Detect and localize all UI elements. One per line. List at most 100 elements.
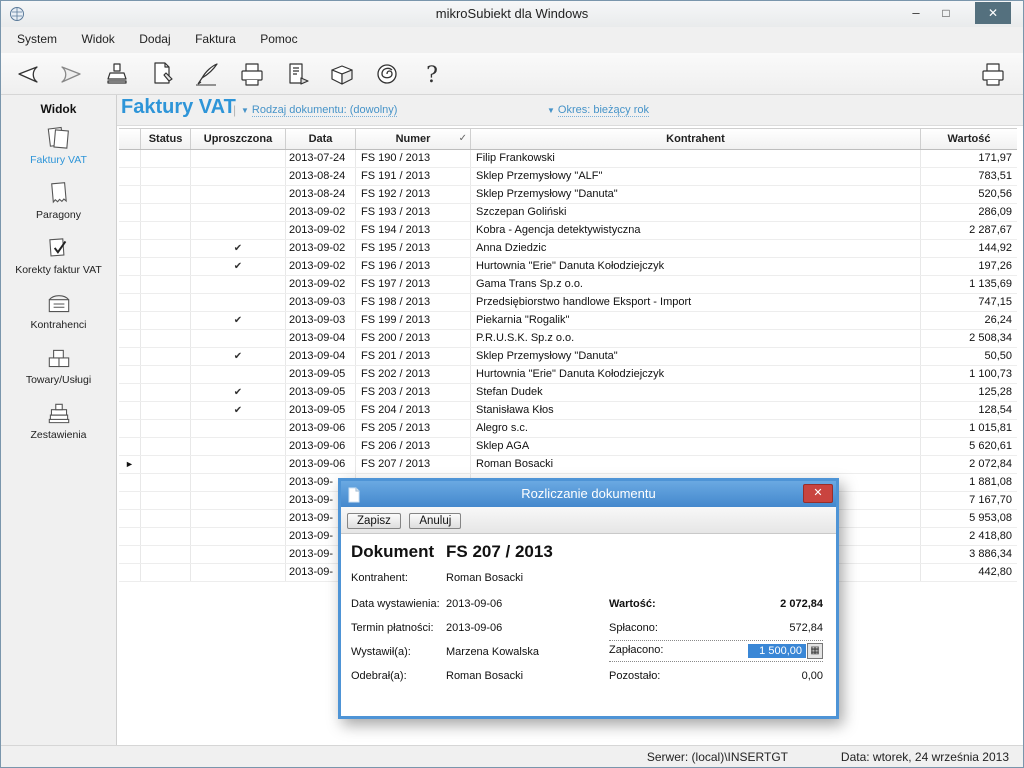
value-cell: 1 015,81 (921, 420, 1017, 437)
value-cell: 5 620,61 (921, 438, 1017, 455)
date-cell: 2013-09-05 (286, 366, 356, 383)
stamp-icon[interactable] (101, 58, 133, 90)
value-cell: 783,51 (921, 168, 1017, 185)
amount-zaplacono: Zapłacono: 1 500,00 ▦ (609, 640, 823, 662)
check-cell: ✔ (191, 348, 286, 365)
row-selector-cell (119, 492, 141, 509)
amount-label: Pozostało: (609, 670, 660, 682)
value-cell: 286,09 (921, 204, 1017, 221)
close-button[interactable]: ✕ (975, 2, 1011, 24)
save-button[interactable]: Zapisz (347, 513, 401, 529)
column-header-data[interactable]: Data (286, 129, 356, 149)
menu-widok[interactable]: Widok (71, 27, 124, 51)
sidebar-item-zestawienia[interactable]: Zestawienia (1, 398, 116, 452)
status-cell (141, 402, 191, 419)
package-icon[interactable] (326, 58, 358, 90)
table-row[interactable]: ✔2013-09-02FS 195 / 2013Anna Dziedzic144… (119, 240, 1017, 258)
zaplacono-value[interactable]: 1 500,00 (748, 644, 806, 658)
check-cell (191, 564, 286, 581)
table-row[interactable]: 2013-09-03FS 198 / 2013Przedsiębiorstwo … (119, 294, 1017, 312)
table-row[interactable]: ►2013-09-06FS 207 / 2013Roman Bosacki2 0… (119, 456, 1017, 474)
maximize-button[interactable]: □ (931, 2, 961, 24)
value-cell: 442,80 (921, 564, 1017, 581)
sidebar-item-label: Paragony (1, 209, 116, 221)
check-cell (191, 510, 286, 527)
menu-pomoc[interactable]: Pomoc (250, 27, 307, 51)
sidebar-item-paragony[interactable]: Paragony (1, 178, 116, 232)
print-preview-icon[interactable] (977, 58, 1009, 90)
ledger-icon (1, 398, 116, 428)
column-header-numer[interactable]: Numer ✓ (356, 129, 471, 149)
back-icon[interactable] (11, 58, 43, 90)
table-row[interactable]: 2013-09-06FS 205 / 2013Alegro s.c.1 015,… (119, 420, 1017, 438)
table-row[interactable]: 2013-09-05FS 202 / 2013Hurtownia "Erie" … (119, 366, 1017, 384)
date-cell: 2013-07-24 (286, 150, 356, 167)
status-cell (141, 366, 191, 383)
table-row[interactable]: ✔2013-09-04FS 201 / 2013Sklep Przemysłow… (119, 348, 1017, 366)
value-cell: 3 886,34 (921, 546, 1017, 563)
filter-rodzaj-dokumentu[interactable]: ▼Rodzaj dokumentu: (dowolny) (241, 104, 397, 116)
calculator-icon[interactable]: ▦ (807, 643, 823, 659)
sidebar-item-faktury-vat[interactable]: Faktury VAT (1, 123, 116, 177)
value-cell: 7 167,70 (921, 492, 1017, 509)
kontrahent-cell: Sklep Przemysłowy "ALF" (471, 168, 921, 185)
table-row[interactable]: 2013-08-24FS 191 / 2013Sklep Przemysłowy… (119, 168, 1017, 186)
new-document-icon[interactable] (146, 58, 178, 90)
amount-label: Wartość: (609, 598, 656, 610)
column-header-status[interactable]: Status (141, 129, 191, 149)
minimize-button[interactable]: – (901, 2, 931, 24)
table-row[interactable]: 2013-09-02FS 197 / 2013Gama Trans Sp.z o… (119, 276, 1017, 294)
check-cell: ✔ (191, 312, 286, 329)
value-cell: 520,56 (921, 186, 1017, 203)
table-row[interactable]: 2013-09-04FS 200 / 2013P.R.U.S.K. Sp.z o… (119, 330, 1017, 348)
table-row[interactable]: ✔2013-09-05FS 204 / 2013Stanisława Kłos1… (119, 402, 1017, 420)
status-cell (141, 510, 191, 527)
row-selector-cell: ► (119, 456, 141, 473)
print-icon[interactable] (236, 58, 268, 90)
table-row[interactable]: 2013-09-06FS 206 / 2013Sklep AGA5 620,61 (119, 438, 1017, 456)
help-icon[interactable]: ? (416, 58, 448, 90)
table-row[interactable]: 2013-07-24FS 190 / 2013Filip Frankowski1… (119, 150, 1017, 168)
table-row[interactable]: ✔2013-09-02FS 196 / 2013Hurtownia "Erie"… (119, 258, 1017, 276)
zaplacono-input[interactable]: 1 500,00 ▦ (748, 643, 823, 659)
pen-icon[interactable] (191, 58, 223, 90)
date-cell: 2013-08-24 (286, 168, 356, 185)
menu-dodaj[interactable]: Dodaj (129, 27, 180, 51)
status-cell (141, 384, 191, 401)
forward-icon[interactable] (56, 58, 88, 90)
dialog-close-icon[interactable]: ✕ (803, 484, 833, 503)
phone-icon[interactable] (371, 58, 403, 90)
column-header-kontrahent[interactable]: Kontrahent (471, 129, 921, 149)
kontrahent-cell: Sklep Przemysłowy "Danuta" (471, 186, 921, 203)
column-header-wartosc[interactable]: Wartość (921, 129, 1017, 149)
check-cell (191, 150, 286, 167)
row-selector-cell (119, 438, 141, 455)
table-row[interactable]: ✔2013-09-03FS 199 / 2013Piekarnia "Rogal… (119, 312, 1017, 330)
date-cell: 2013-09-02 (286, 204, 356, 221)
amount-splacono: Spłacono: 572,84 (609, 622, 823, 634)
sidebar-item-towary-uslugi[interactable]: Towary/Usługi (1, 343, 116, 397)
sidebar-item-korekty-faktur-vat[interactable]: Korekty faktur VAT (1, 233, 116, 287)
dialog-title-bar[interactable]: Rozliczanie dokumentu ✕ (341, 481, 836, 507)
table-row[interactable]: 2013-09-02FS 194 / 2013Kobra - Agencja d… (119, 222, 1017, 240)
table-row[interactable]: 2013-08-24FS 192 / 2013Sklep Przemysłowy… (119, 186, 1017, 204)
column-header-uproszczona[interactable]: Uproszczona (191, 129, 286, 149)
date-cell: 2013-09-06 (286, 456, 356, 473)
value-cell: 2 418,80 (921, 528, 1017, 545)
row-selector-cell (119, 294, 141, 311)
cancel-button[interactable]: Anuluj (409, 513, 461, 529)
value-cell: 5 953,08 (921, 510, 1017, 527)
menu-faktura[interactable]: Faktura (185, 27, 246, 51)
sidebar-item-kontrahenci[interactable]: Kontrahenci (1, 288, 116, 342)
check-cell: ✔ (191, 258, 286, 275)
check-cell (191, 204, 286, 221)
field-data-wystawienia: Data wystawienia: 2013-09-06 (351, 598, 601, 610)
amount-label: Zapłacono: (609, 644, 663, 656)
check-cell (191, 420, 286, 437)
send-icon[interactable] (281, 58, 313, 90)
amount-pozostalo: Pozostało: 0,00 (609, 670, 823, 682)
table-row[interactable]: ✔2013-09-05FS 203 / 2013Stefan Dudek125,… (119, 384, 1017, 402)
menu-system[interactable]: System (7, 27, 67, 51)
table-row[interactable]: 2013-09-02FS 193 / 2013Szczepan Goliński… (119, 204, 1017, 222)
filter-okres[interactable]: ▼Okres: bieżący rok (547, 104, 649, 116)
